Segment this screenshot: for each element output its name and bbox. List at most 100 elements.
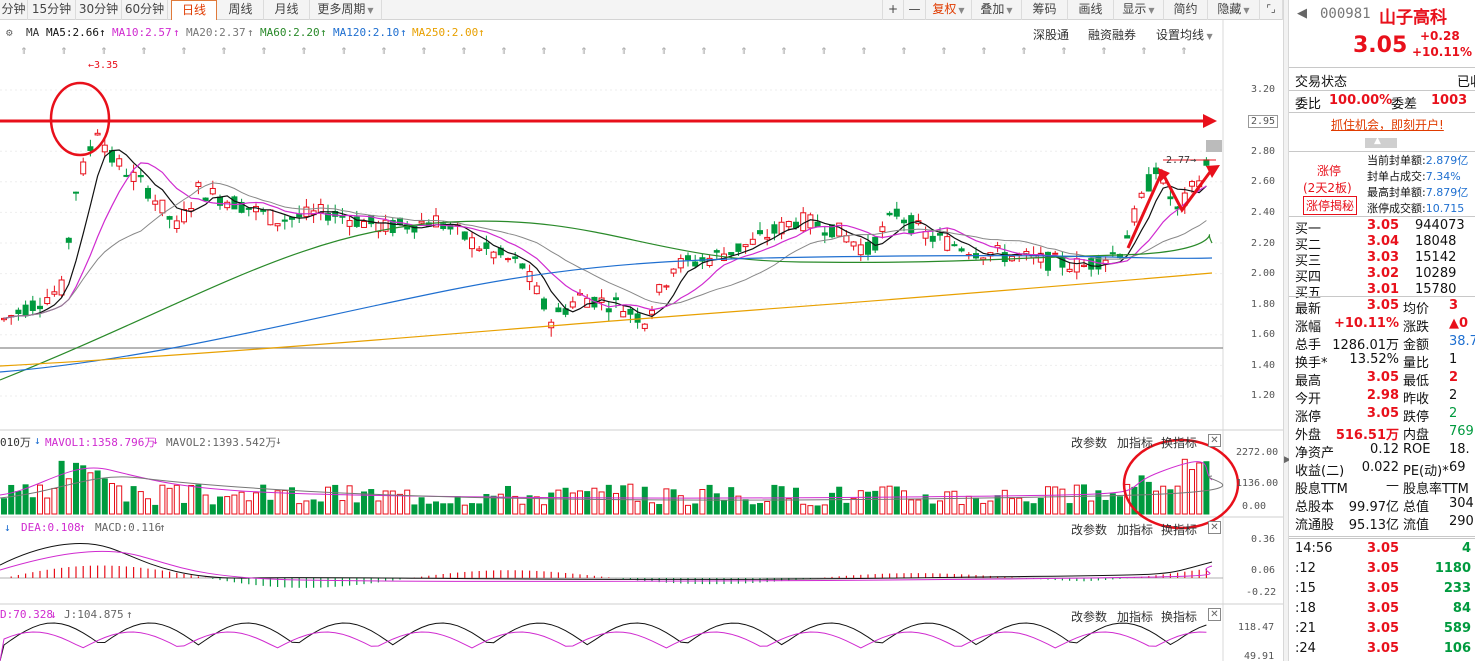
volume-bar bbox=[656, 504, 663, 515]
volume-bar bbox=[800, 503, 807, 515]
candle-body bbox=[209, 187, 216, 195]
bid-price: 3.02 bbox=[1367, 266, 1400, 281]
kdj-close-icon[interactable]: ✕ bbox=[1208, 608, 1221, 621]
volume-bar bbox=[238, 491, 245, 515]
stat-label: 外盘 bbox=[1295, 428, 1322, 443]
macd-edit-params-button[interactable]: 改参数 bbox=[1071, 521, 1107, 538]
high-marker-value: 3.35 bbox=[94, 60, 119, 71]
dif-line bbox=[0, 543, 1213, 580]
volume-bar bbox=[836, 486, 843, 515]
stat-value: 18. bbox=[1449, 442, 1470, 457]
stat-value: 3.05 bbox=[1366, 406, 1399, 421]
volume-bar bbox=[807, 505, 814, 515]
volume-bar bbox=[692, 503, 699, 515]
stat-value: 0.022 bbox=[1361, 460, 1399, 475]
volume-bar bbox=[418, 497, 425, 515]
stat-value: 2 bbox=[1449, 370, 1459, 385]
candle-body bbox=[22, 304, 29, 317]
event-marker: ⇑ bbox=[700, 47, 708, 57]
volume-bar bbox=[958, 504, 965, 515]
tick-price: 3.05 bbox=[1367, 601, 1400, 616]
volume-bar bbox=[893, 486, 900, 515]
volume-bar bbox=[325, 486, 331, 515]
volume-bar bbox=[137, 491, 144, 515]
candle-body bbox=[865, 241, 871, 255]
volume-add-indicator-button[interactable]: 加指标 bbox=[1117, 434, 1153, 451]
volume-edit-params-button[interactable]: 改参数 bbox=[1071, 434, 1107, 451]
volume-bar bbox=[901, 490, 907, 515]
collapse-tab[interactable]: ▲ bbox=[1289, 136, 1475, 151]
limit-up-badge: 涨停 bbox=[1317, 164, 1342, 178]
volume-bar bbox=[562, 487, 569, 515]
stat-value: 1 bbox=[1449, 352, 1458, 367]
stat-label: 总股本 bbox=[1295, 500, 1335, 515]
stat-row: 流通股 95.13亿流值 290. bbox=[1289, 514, 1475, 533]
macd-close-icon[interactable]: ✕ bbox=[1208, 521, 1221, 534]
bid-volume: 944073 bbox=[1415, 218, 1465, 233]
volume-bar bbox=[591, 487, 598, 515]
open-account-promo-link[interactable]: 抓住机会，即刻开户! bbox=[1331, 116, 1444, 133]
volume-legend-prefix: 010万 bbox=[0, 436, 31, 449]
limit-up-reveal-button[interactable]: 涨停揭秘 bbox=[1303, 196, 1358, 215]
volume-close-icon[interactable]: ✕ bbox=[1208, 434, 1221, 447]
candle-body bbox=[274, 223, 281, 227]
seal-row: 当前封单额:2.879亿 bbox=[1367, 152, 1475, 168]
candle-body bbox=[850, 241, 857, 247]
tick-row: :12 3.05 1180 bbox=[1289, 561, 1475, 579]
stat-label: 均价 bbox=[1403, 302, 1430, 317]
candle-body bbox=[944, 236, 951, 251]
candle-body bbox=[1088, 258, 1095, 270]
volume-bar bbox=[454, 496, 461, 515]
arrow-down-icon: ↓ bbox=[34, 434, 41, 447]
stat-value: 2 bbox=[1449, 388, 1458, 403]
candle-body bbox=[461, 231, 468, 240]
candle-body bbox=[749, 238, 756, 245]
volume-bar bbox=[289, 487, 295, 515]
candle-body bbox=[584, 297, 591, 308]
vol-y-tick: 2272.00 bbox=[1236, 447, 1279, 458]
macd-switch-indicator-button[interactable]: 换指标 bbox=[1161, 521, 1197, 538]
recent-marker-value: 2.77 bbox=[1166, 155, 1191, 166]
candle-body bbox=[44, 297, 51, 305]
volume-bar bbox=[195, 484, 202, 515]
tick-row: 14:56 3.05 4 bbox=[1289, 541, 1475, 559]
stock-change: +0.28 bbox=[1420, 29, 1460, 43]
y-tick: 3.20 bbox=[1251, 84, 1276, 95]
volume-bar bbox=[130, 486, 137, 515]
candle-body bbox=[901, 219, 907, 224]
candle-body bbox=[548, 321, 555, 329]
volume-bar bbox=[973, 497, 979, 515]
stock-name: 山子高科 bbox=[1379, 8, 1447, 28]
volume-switch-indicator-button[interactable]: 换指标 bbox=[1161, 434, 1197, 451]
kline-chart[interactable]: ⇑ ⇑ ⇑ ⇑ ⇑ ⇑ ⇑ ⇑ ⇑ ⇑ ⇑ ⇑ ⇑ ⇑ ⇑ ⇑ ⇑ ⇑ ⇑ ⇑ ⇑ ⇑ ⇑ ⇑ ⇑ ⇑ ⇑ ⇑ ⇑ ⇑ bbox=[0, 0, 1283, 661]
volume-bar bbox=[245, 500, 252, 515]
volume-bar bbox=[994, 495, 1001, 515]
candle-body bbox=[116, 158, 123, 167]
candle-body bbox=[152, 200, 159, 205]
stat-label: 内盘 bbox=[1403, 428, 1430, 443]
prev-stock-arrow-icon[interactable]: ◀ bbox=[1297, 6, 1307, 21]
volume-bar bbox=[915, 499, 922, 515]
volume-bar bbox=[1052, 486, 1059, 515]
candle-body bbox=[807, 214, 814, 229]
stat-label: 今开 bbox=[1295, 392, 1322, 407]
macd-add-indicator-button[interactable]: 加指标 bbox=[1117, 521, 1153, 538]
volume-bar bbox=[1160, 485, 1167, 515]
candle-body bbox=[195, 182, 202, 188]
arrow-up-icon: ↑ bbox=[79, 521, 86, 534]
y-tick: 1.40 bbox=[1251, 360, 1276, 371]
seal-row: 封单占成交:7.34% bbox=[1367, 168, 1475, 184]
candle-body bbox=[605, 308, 612, 313]
kdj-edit-params-button[interactable]: 改参数 bbox=[1071, 608, 1107, 625]
kdj-switch-indicator-button[interactable]: 换指标 bbox=[1161, 608, 1197, 625]
stat-label: 昨收 bbox=[1403, 392, 1430, 407]
candle-body bbox=[764, 236, 771, 240]
volume-bar bbox=[411, 504, 418, 515]
candle-body bbox=[490, 251, 497, 259]
stat-value: ▲0 bbox=[1449, 316, 1469, 331]
collapse-arrow-icon[interactable]: ▶ bbox=[1284, 455, 1291, 465]
kdj-add-indicator-button[interactable]: 加指标 bbox=[1117, 608, 1153, 625]
tick-volume: 1180 bbox=[1434, 561, 1471, 576]
event-marker: ⇑ bbox=[660, 47, 668, 57]
separator bbox=[1289, 538, 1475, 539]
